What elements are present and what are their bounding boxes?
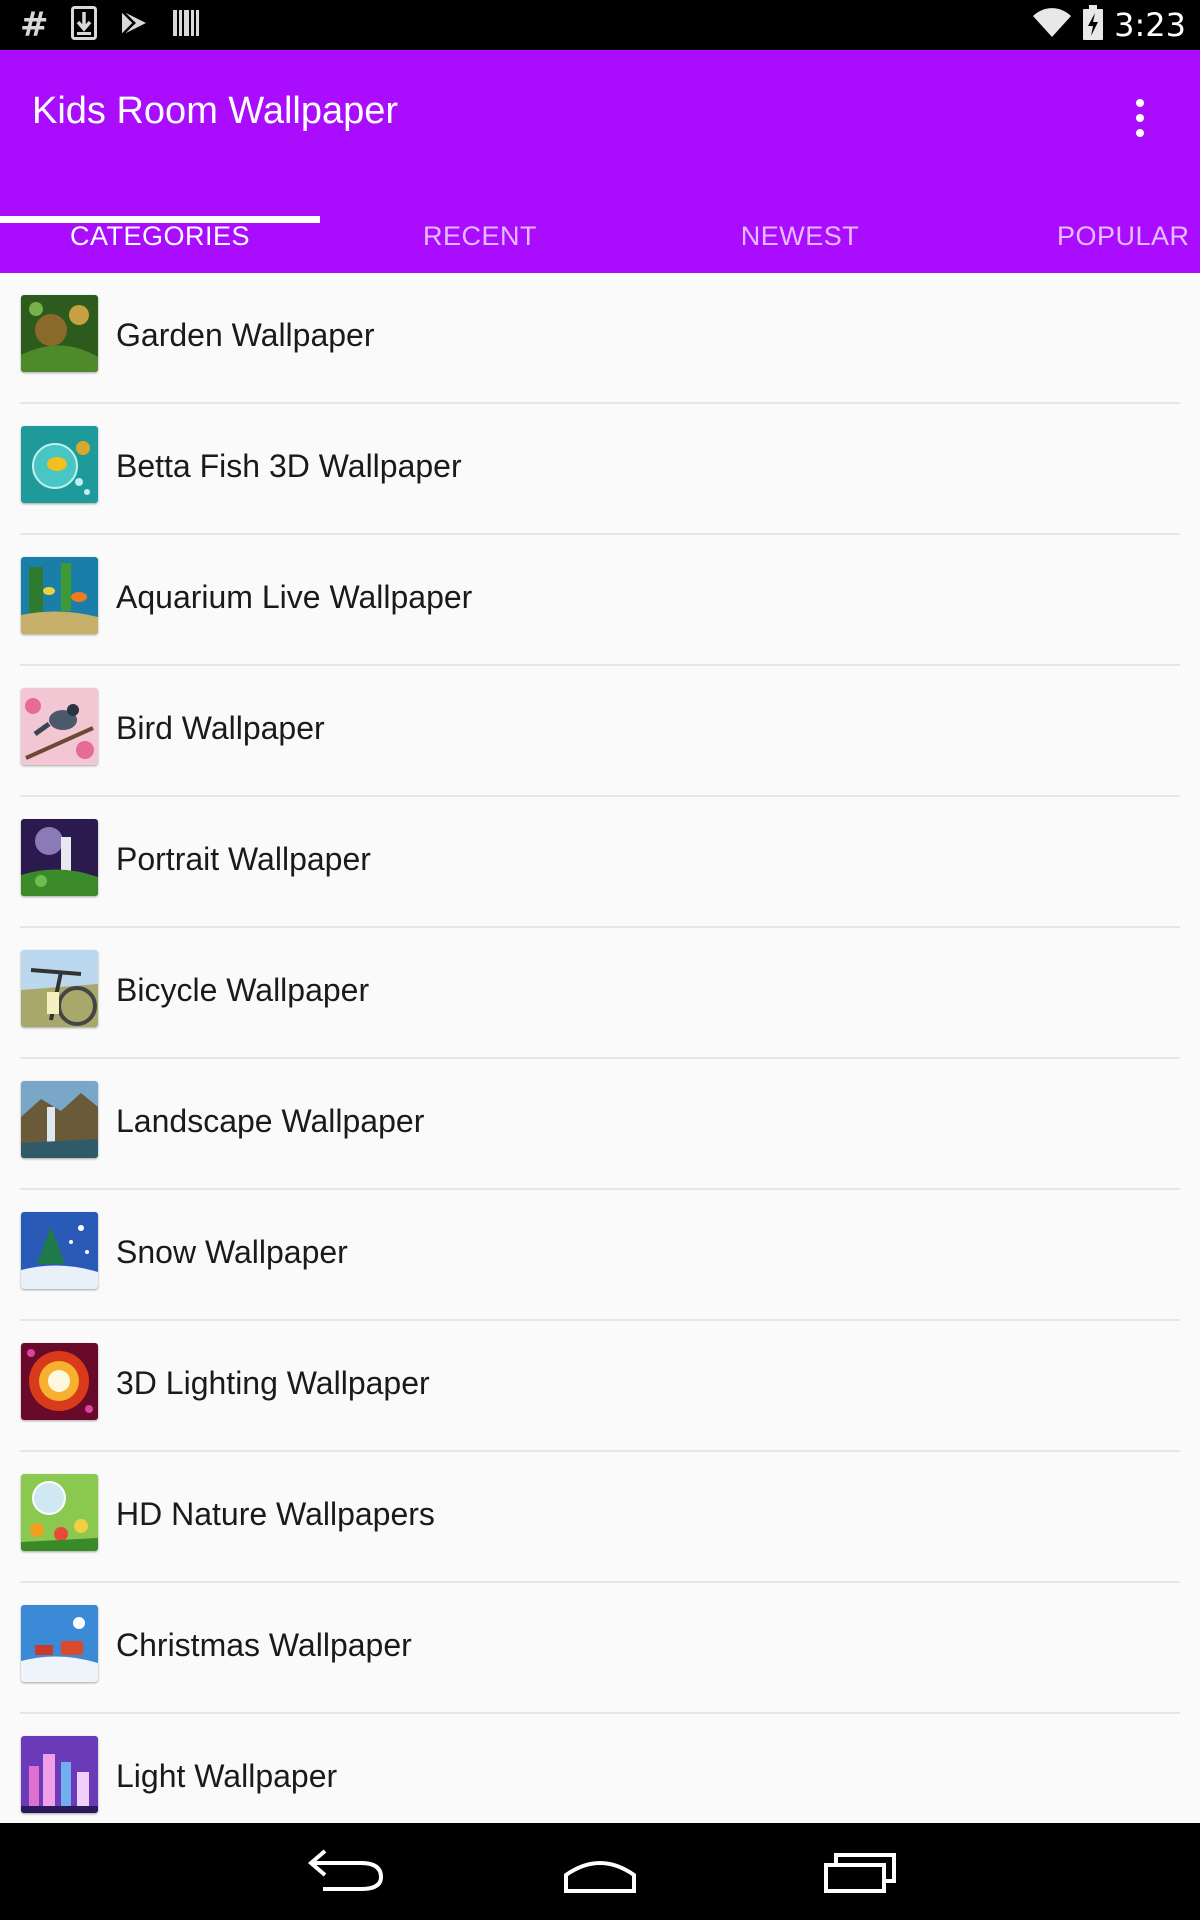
category-thumbnail: [21, 295, 98, 372]
category-label: 3D Lighting Wallpaper: [116, 1365, 430, 1401]
download-icon: [70, 5, 97, 45]
category-thumbnail: [21, 557, 98, 634]
battery-charging-icon: [1082, 4, 1104, 46]
list-item[interactable]: Christmas Wallpaper: [0, 1583, 1200, 1714]
category-label: Portrait Wallpaper: [116, 841, 371, 877]
list-item[interactable]: Betta Fish 3D Wallpaper: [0, 404, 1200, 535]
recents-icon[interactable]: [808, 1845, 908, 1899]
notification-icons: #: [20, 5, 201, 45]
list-item[interactable]: Bird Wallpaper: [0, 666, 1200, 797]
tab-indicator: [0, 216, 320, 223]
app-title: Kids Room Wallpaper: [32, 90, 399, 132]
category-thumbnail: [21, 1081, 98, 1158]
back-icon[interactable]: [295, 1845, 395, 1899]
tab-bar: CATEGORIES RECENT NEWEST POPULAR: [0, 200, 1200, 273]
tab-popular[interactable]: POPULAR: [960, 200, 1200, 273]
wifi-icon: [1032, 7, 1072, 44]
category-thumbnail: [21, 1212, 98, 1289]
category-thumbnail: [21, 950, 98, 1027]
category-label: Garden Wallpaper: [116, 317, 375, 353]
category-label: Christmas Wallpaper: [116, 1627, 412, 1663]
category-thumbnail: [21, 819, 98, 896]
screen: # 3:23 Kids Room Wallpaper CATEGORIES RE…: [0, 0, 1200, 1920]
category-thumbnail: [21, 1343, 98, 1420]
barcode-icon: [171, 8, 201, 43]
list-item[interactable]: Bicycle Wallpaper: [0, 928, 1200, 1059]
category-label: Aquarium Live Wallpaper: [116, 579, 473, 615]
category-label: Landscape Wallpaper: [116, 1103, 425, 1139]
navigation-bar: [0, 1823, 1200, 1920]
category-thumbnail: [21, 1736, 98, 1813]
status-bar: # 3:23: [0, 0, 1200, 50]
tab-newest[interactable]: NEWEST: [640, 200, 960, 273]
category-thumbnail: [21, 1605, 98, 1682]
category-label: Light Wallpaper: [116, 1758, 338, 1794]
more-vert-icon[interactable]: [1120, 94, 1160, 142]
category-thumbnail: [21, 426, 98, 503]
category-thumbnail: [21, 688, 98, 765]
category-list[interactable]: Garden Wallpaper Betta Fish 3D Wallpaper…: [0, 273, 1200, 1845]
app-bar: Kids Room Wallpaper CATEGORIES RECENT NE…: [0, 50, 1200, 273]
list-item[interactable]: Garden Wallpaper: [0, 273, 1200, 404]
category-label: Snow Wallpaper: [116, 1234, 348, 1270]
play-store-icon: [119, 8, 149, 43]
clock: 3:23: [1114, 6, 1186, 44]
list-item[interactable]: HD Nature Wallpapers: [0, 1452, 1200, 1583]
category-label: Betta Fish 3D Wallpaper: [116, 448, 462, 484]
category-label: Bicycle Wallpaper: [116, 972, 370, 1008]
category-label: HD Nature Wallpapers: [116, 1496, 435, 1532]
list-item[interactable]: 3D Lighting Wallpaper: [0, 1321, 1200, 1452]
category-thumbnail: [21, 1474, 98, 1551]
hash-icon: #: [20, 5, 49, 45]
system-status: 3:23: [1032, 4, 1186, 46]
tab-categories[interactable]: CATEGORIES: [0, 200, 320, 273]
list-item[interactable]: Snow Wallpaper: [0, 1190, 1200, 1321]
list-item[interactable]: Aquarium Live Wallpaper: [0, 535, 1200, 666]
home-icon[interactable]: [550, 1845, 650, 1899]
list-item[interactable]: Portrait Wallpaper: [0, 797, 1200, 928]
list-item[interactable]: Landscape Wallpaper: [0, 1059, 1200, 1190]
tab-recent[interactable]: RECENT: [320, 200, 640, 273]
category-label: Bird Wallpaper: [116, 710, 325, 746]
